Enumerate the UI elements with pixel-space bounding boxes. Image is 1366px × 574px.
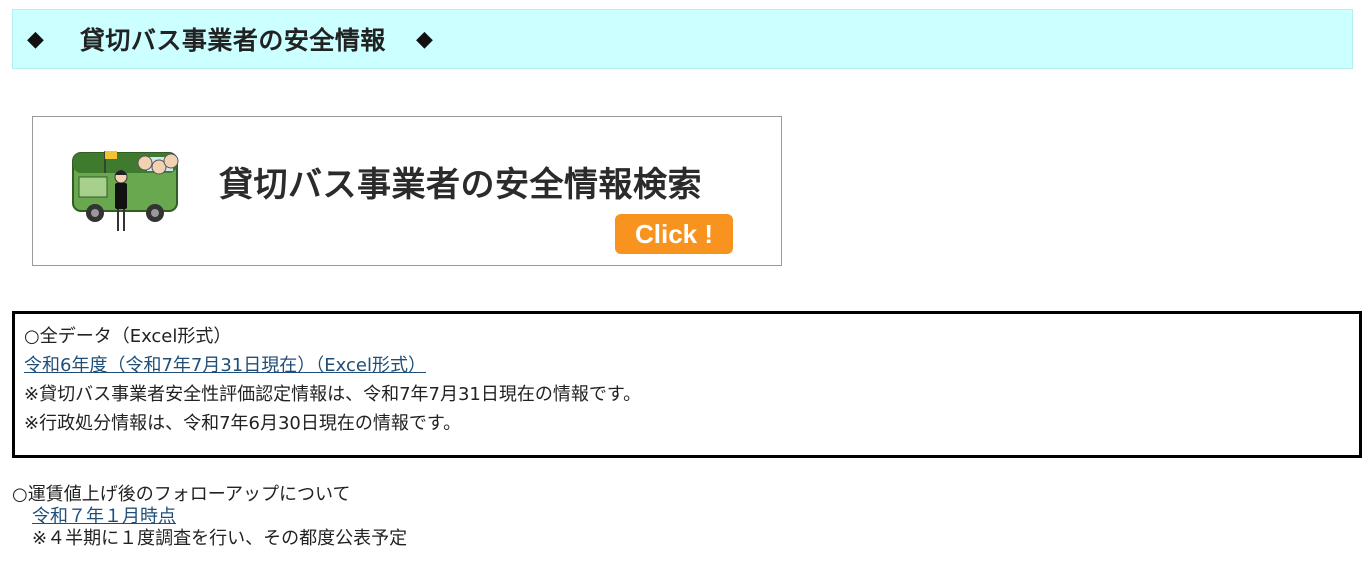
followup-link[interactable]: 令和７年１月時点: [32, 506, 176, 527]
followup-heading: ○運賃値上げ後のフォローアップについて: [12, 484, 351, 505]
followup-note: ※４半期に１度調査を行い、その都度公表予定: [32, 528, 408, 549]
diamond-right-icon: ◆: [415, 26, 433, 52]
safety-info-search-banner[interactable]: 貸切バス事業者の安全情報検索 Click !: [32, 116, 782, 266]
banner-click-button[interactable]: Click !: [615, 214, 733, 254]
bus-guide-illustration-icon: [72, 151, 179, 231]
page-title: 貸切バス事業者の安全情報: [79, 26, 386, 55]
evaluation-note: ※貸切バス事業者安全性評価認定情報は、令和7年7月31日現在の情報です。: [24, 384, 642, 405]
all-data-heading: ○全データ（Excel形式）: [24, 326, 232, 347]
excel-download-link[interactable]: 令和6年度（令和7年7月31日現在）（Excel形式）: [24, 355, 426, 376]
fare-followup-section: ○運賃値上げ後のフォローアップについて 令和７年１月時点 ※４半期に１度調査を行…: [12, 484, 407, 550]
administrative-note: ※行政処分情報は、令和7年6月30日現在の情報です。: [24, 413, 462, 434]
banner-title: 貸切バス事業者の安全情報検索: [219, 165, 702, 205]
diamond-left-icon: ◆: [27, 26, 44, 52]
section-header: ◆ 貸切バス事業者の安全情報 ◆: [12, 9, 1353, 69]
all-data-box: ○全データ（Excel形式） 令和6年度（令和7年7月31日現在）（Excel形…: [12, 311, 1362, 458]
